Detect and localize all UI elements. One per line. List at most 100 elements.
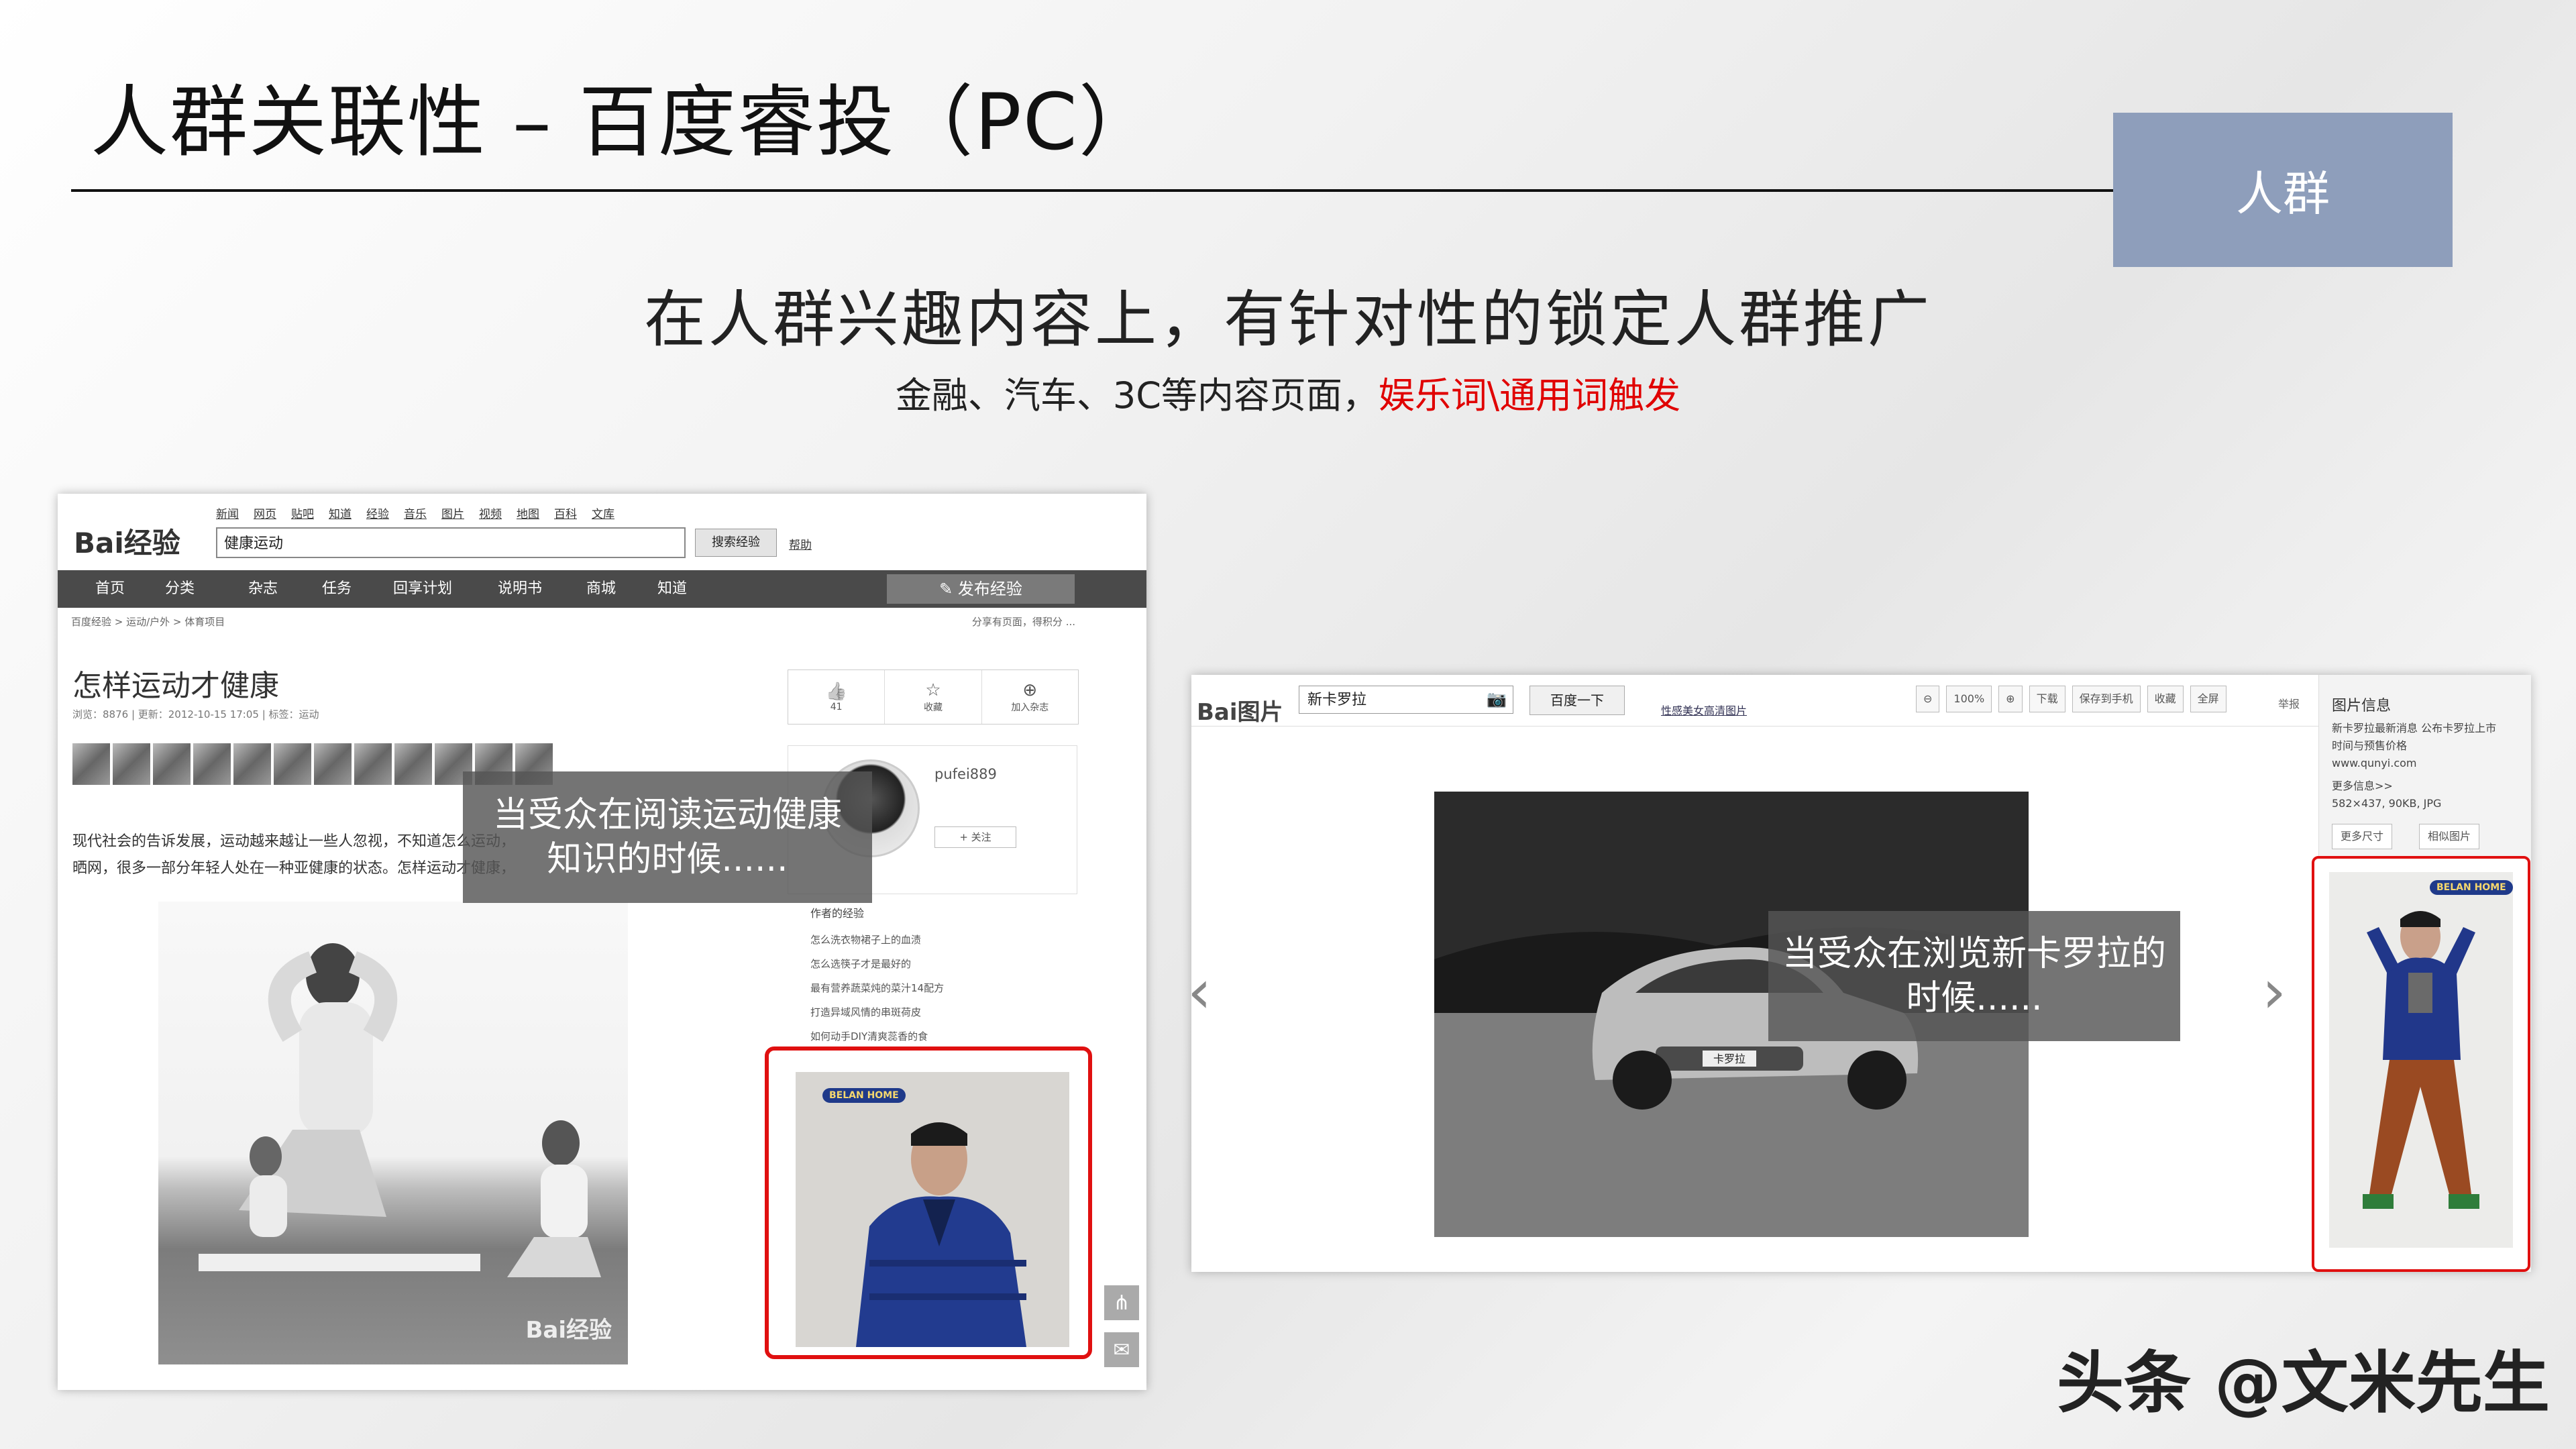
step-thumbnail[interactable] — [274, 743, 311, 785]
nav-category[interactable]: 分类 — [165, 570, 195, 608]
follow-button[interactable]: + 关注 — [934, 826, 1016, 848]
next-arrow-icon[interactable]: › — [2262, 957, 2286, 1027]
photo-watermark: Bai经验 — [525, 1317, 612, 1344]
top-link-video[interactable]: 视频 — [479, 504, 502, 521]
step-thumbnail[interactable] — [354, 743, 392, 785]
nav-home[interactable]: 首页 — [95, 570, 125, 608]
vote-action[interactable]: 👍 41 — [788, 670, 885, 724]
author-link[interactable]: 怎么选筷子才是最好的 — [810, 957, 911, 971]
article-actions: 👍 41 ☆ 收藏 ⊕ 加入杂志 — [788, 669, 1079, 724]
breadcrumb[interactable]: 百度经验 > 运动/户外 > 体育项目 — [71, 614, 225, 629]
publish-label: 发布经验 — [957, 580, 1022, 598]
yoga-photo: Bai经验 — [158, 902, 628, 1364]
toolbar-divider — [1191, 726, 2318, 727]
nav-share-plan[interactable]: 回享计划 — [393, 570, 452, 608]
share-icon[interactable]: ⋔ — [1104, 1285, 1139, 1320]
image-info-title: 图片信息 — [2332, 698, 2392, 714]
nav-manual[interactable]: 说明书 — [498, 570, 542, 608]
ad-model — [796, 1072, 1069, 1347]
author-name[interactable]: pufei889 — [934, 766, 997, 782]
image-info-source[interactable]: www.qunyi.com — [2332, 757, 2416, 769]
main-nav: 首页 分类 杂志 任务 回享计划 说明书 商城 知道 ✎ 发布经验 — [58, 570, 1146, 608]
related-search-link[interactable]: 性感美女高清图片 — [1661, 702, 1747, 718]
prev-arrow-icon[interactable]: ‹ — [1191, 957, 1212, 1027]
vote-count: 41 — [830, 702, 843, 712]
report-link[interactable]: 举报 — [2278, 695, 2300, 711]
title-divider — [71, 189, 2117, 192]
article-meta: 浏览：8876 | 更新：2012-10-15 17:05 | 标签：运动 — [72, 708, 319, 720]
baidu-jingyan-logo[interactable]: Bai经验 — [74, 521, 180, 561]
author-link[interactable]: 怎么洗衣物裙子上的血渍 — [810, 932, 921, 947]
step-thumbnail[interactable] — [314, 743, 352, 785]
nav-tasks[interactable]: 任务 — [322, 570, 352, 608]
star-icon: ☆ — [925, 680, 941, 700]
image-search-input[interactable]: 新卡罗拉 — [1299, 686, 1513, 714]
baidu-image-logo[interactable]: Bai图片 — [1197, 694, 1283, 727]
camera-icon[interactable]: 📷 — [1487, 690, 1507, 708]
nav-magazine[interactable]: 杂志 — [248, 570, 278, 608]
step-thumbnail[interactable] — [153, 743, 191, 785]
audience-tag: 人群 — [2113, 113, 2453, 267]
author-link[interactable]: 如何动手DIY清爽蕊香的食 — [810, 1029, 928, 1043]
search-button[interactable]: 搜索经验 — [695, 529, 777, 557]
step-thumbnail[interactable] — [394, 743, 432, 785]
add-to-magazine-action[interactable]: ⊕ 加入杂志 — [982, 670, 1078, 724]
subline-accent: 娱乐词\通用词触发 — [1378, 374, 1681, 417]
author-link[interactable]: 打造异域风情的串斑荷皮 — [810, 1005, 921, 1019]
more-sizes-button[interactable]: 更多尺寸 — [2332, 824, 2393, 849]
image-search-button[interactable]: 百度一下 — [1529, 686, 1625, 715]
image-info-line[interactable]: 新卡罗拉最新消息 公布卡罗拉上市 — [2332, 719, 2496, 735]
step-thumbnail[interactable] — [113, 743, 150, 785]
article-title: 怎样运动才健康 — [72, 669, 279, 703]
download-button[interactable]: 下载 — [2029, 686, 2065, 712]
image-info-line[interactable]: 时间与预售价格 — [2332, 737, 2407, 753]
ad-image[interactable]: BELAN HOME — [796, 1072, 1069, 1347]
step-thumbnail[interactable] — [193, 743, 231, 785]
top-link-tieba[interactable]: 贴吧 — [291, 504, 314, 521]
zoom-in-icon[interactable]: ⊕ — [1998, 686, 2023, 712]
top-link-baike[interactable]: 百科 — [554, 504, 577, 521]
subline-text: 金融、汽车、3C等内容页面， — [895, 374, 1379, 417]
plus-icon: ⊕ — [1022, 680, 1038, 700]
top-links: 新闻 网页 贴吧 知道 经验 音乐 图片 视频 地图 百科 文库 — [216, 504, 614, 521]
step-thumbnail[interactable] — [233, 743, 271, 785]
add-to-magazine-label: 加入杂志 — [1011, 702, 1049, 713]
help-link[interactable]: 帮助 — [789, 535, 812, 552]
top-link-zhidao[interactable]: 知道 — [329, 504, 352, 521]
top-link-jingyan[interactable]: 经验 — [366, 504, 389, 521]
save-to-phone-button[interactable]: 保存到手机 — [2072, 686, 2141, 712]
author-links-title: 作者的经验 — [810, 907, 865, 920]
yoga-figures — [199, 943, 601, 1277]
zoom-out-icon[interactable]: ⊖ — [1916, 686, 1940, 712]
article-text-line: 晒网，很多一部分年轻人处在一种亚健康的状态。怎样运动才健康， — [72, 860, 516, 877]
author-link[interactable]: 最有营养蔬菜炖的菜汁14配方 — [810, 981, 944, 995]
top-link-map[interactable]: 地图 — [517, 504, 539, 521]
fullscreen-button[interactable]: 全屏 — [2190, 686, 2226, 712]
comment-icon[interactable]: ✉ — [1104, 1332, 1139, 1367]
license-plate: 卡罗拉 — [1713, 1053, 1746, 1065]
share-hint[interactable]: 分享有页面，得积分 ... — [972, 614, 1075, 629]
collect-button[interactable]: 收藏 — [2147, 686, 2184, 712]
slide-title: 人群关联性 – 百度睿投（PC） — [91, 77, 1158, 168]
headline: 在人群兴趣内容上，有针对性的锁定人群推广 — [643, 284, 1932, 356]
more-info-link[interactable]: 更多信息>> — [2332, 777, 2393, 793]
publish-button[interactable]: ✎ 发布经验 — [887, 574, 1075, 604]
top-link-news[interactable]: 新闻 — [216, 504, 239, 521]
ad-image[interactable]: BELAN HOME — [2329, 872, 2513, 1248]
nav-mall[interactable]: 商城 — [586, 570, 616, 608]
ad-brand-logo: BELAN HOME — [2430, 880, 2513, 895]
similar-images-button[interactable]: 相似图片 — [2419, 824, 2480, 849]
favorite-action[interactable]: ☆ 收藏 — [885, 670, 982, 724]
step-thumbnail[interactable] — [72, 743, 110, 785]
thumbs-up-icon: 👍 — [825, 682, 847, 702]
zoom-level[interactable]: 100% — [1946, 686, 1992, 712]
nav-zhidao[interactable]: 知道 — [657, 570, 687, 608]
top-link-images[interactable]: 图片 — [441, 504, 464, 521]
top-link-music[interactable]: 音乐 — [404, 504, 427, 521]
top-link-wenku[interactable]: 文库 — [592, 504, 614, 521]
reading-overlay: 当受众在阅读运动健康知识的时候...... — [463, 771, 872, 903]
subline: 金融、汽车、3C等内容页面，娱乐词\通用词触发 — [0, 366, 2576, 419]
top-link-web[interactable]: 网页 — [254, 504, 276, 521]
search-input[interactable]: 健康运动 — [216, 527, 686, 558]
edit-icon: ✎ — [939, 580, 958, 598]
